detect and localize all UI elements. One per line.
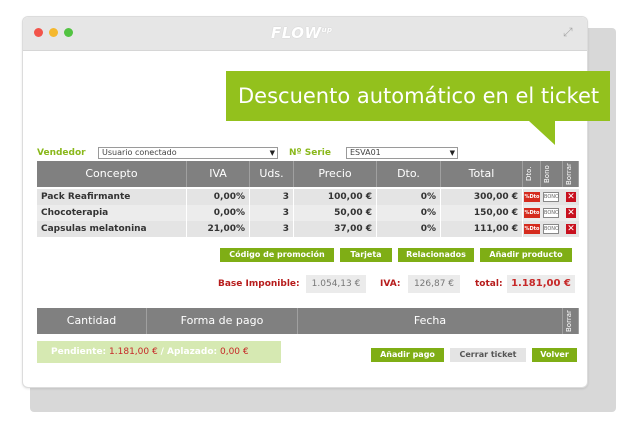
- table-row: Chocoterapia 0,00% 3 50,00 € 0% 150,00 €…: [37, 205, 579, 221]
- bono-icon[interactable]: BONO: [543, 208, 559, 218]
- chevron-down-icon: ▼: [449, 149, 455, 157]
- col-total: Total: [441, 161, 523, 187]
- relacionados-button[interactable]: Relacionados: [398, 248, 474, 262]
- row-dto: 0%: [377, 189, 441, 205]
- col-concepto: Concepto: [37, 161, 187, 187]
- row-dto: 0%: [377, 205, 441, 221]
- row-dto: 0%: [377, 221, 441, 237]
- aplazado-value: 0,00 €: [219, 347, 249, 357]
- row-uds: 3: [250, 189, 294, 205]
- bono-icon[interactable]: BONO: [543, 192, 559, 202]
- bono-icon[interactable]: BONO: [543, 224, 559, 234]
- discount-icon[interactable]: %Dto: [524, 208, 540, 218]
- add-payment-button[interactable]: Añadir pago: [371, 348, 444, 362]
- col-borrar: Borrar: [563, 161, 579, 187]
- col-dto-action: Dto.: [523, 161, 541, 187]
- base-imponible-value: 1.054,13 €: [306, 275, 366, 293]
- discount-callout: Descuento automático en el ticket: [226, 71, 610, 121]
- col-cantidad: Cantidad: [37, 308, 147, 334]
- close-ticket-button[interactable]: Cerrar ticket: [450, 348, 526, 362]
- row-total: 300,00 €: [441, 189, 523, 205]
- row-precio: 37,00 €: [294, 221, 377, 237]
- discount-icon[interactable]: %Dto: [524, 192, 540, 202]
- iva-label: IVA:: [380, 279, 401, 289]
- serie-label: Nº Serie: [289, 148, 331, 158]
- col-bono: Bono: [541, 161, 563, 187]
- add-product-button[interactable]: Añadir producto: [480, 248, 572, 262]
- expand-icon[interactable]: ⤢: [563, 26, 575, 38]
- title-bar: FLOWup ⤢: [23, 17, 587, 51]
- row-iva: 0,00%: [187, 205, 250, 221]
- tarjeta-button[interactable]: Tarjeta: [340, 248, 392, 262]
- serie-value: ESVA01: [350, 148, 381, 157]
- table-row: Pack Reafirmante 0,00% 3 100,00 € 0% 300…: [37, 189, 579, 205]
- close-window-icon[interactable]: [34, 28, 43, 37]
- table-row: Capsulas melatonina 21,00% 3 37,00 € 0% …: [37, 221, 579, 237]
- discount-icon[interactable]: %Dto: [524, 224, 540, 234]
- col-dto: Dto.: [377, 161, 441, 187]
- total-label: total:: [475, 279, 503, 289]
- vendedor-select[interactable]: Usuario conectado ▼: [98, 147, 278, 159]
- col-forma-pago: Forma de pago: [147, 308, 298, 334]
- pendiente-label: Pendiente:: [51, 347, 107, 357]
- row-concepto: Chocoterapia: [37, 205, 187, 221]
- items-table-header: Concepto IVA Uds. Precio Dto. Total Dto.…: [37, 161, 579, 187]
- minimize-window-icon[interactable]: [49, 28, 58, 37]
- col-borrar-pago: Borrar: [563, 308, 579, 334]
- row-total: 111,00 €: [441, 221, 523, 237]
- delete-icon[interactable]: ✕: [566, 192, 576, 202]
- payments-table-header: Cantidad Forma de pago Fecha Borrar: [37, 308, 579, 334]
- payment-summary: Pendiente: 1.181,00 € / Aplazado: 0,00 €: [37, 341, 281, 363]
- delete-icon[interactable]: ✕: [566, 208, 576, 218]
- row-concepto: Capsulas melatonina: [37, 221, 187, 237]
- vendedor-label: Vendedor: [37, 148, 86, 158]
- col-iva: IVA: [187, 161, 250, 187]
- zoom-window-icon[interactable]: [64, 28, 73, 37]
- aplazado-label: / Aplazado:: [160, 347, 218, 357]
- iva-value: 126,87 €: [408, 275, 460, 293]
- row-concepto: Pack Reafirmante: [37, 189, 187, 205]
- promo-code-button[interactable]: Código de promoción: [220, 248, 334, 262]
- row-uds: 3: [250, 205, 294, 221]
- col-fecha: Fecha: [298, 308, 563, 334]
- base-imponible-label: Base Imponible:: [218, 279, 300, 289]
- serie-select[interactable]: ESVA01 ▼: [346, 147, 458, 159]
- chevron-down-icon: ▼: [269, 149, 275, 157]
- row-total: 150,00 €: [441, 205, 523, 221]
- row-precio: 100,00 €: [294, 189, 377, 205]
- col-uds: Uds.: [250, 161, 294, 187]
- pendiente-value: 1.181,00 €: [109, 347, 158, 357]
- flowup-logo: FLOWup: [271, 24, 333, 42]
- delete-icon[interactable]: ✕: [566, 224, 576, 234]
- row-uds: 3: [250, 221, 294, 237]
- back-button[interactable]: Volver: [532, 348, 577, 362]
- callout-pointer: [529, 121, 555, 145]
- row-iva: 21,00%: [187, 221, 250, 237]
- vendedor-value: Usuario conectado: [102, 148, 177, 157]
- col-precio: Precio: [294, 161, 377, 187]
- row-iva: 0,00%: [187, 189, 250, 205]
- row-precio: 50,00 €: [294, 205, 377, 221]
- total-value: 1.181,00 €: [507, 275, 575, 293]
